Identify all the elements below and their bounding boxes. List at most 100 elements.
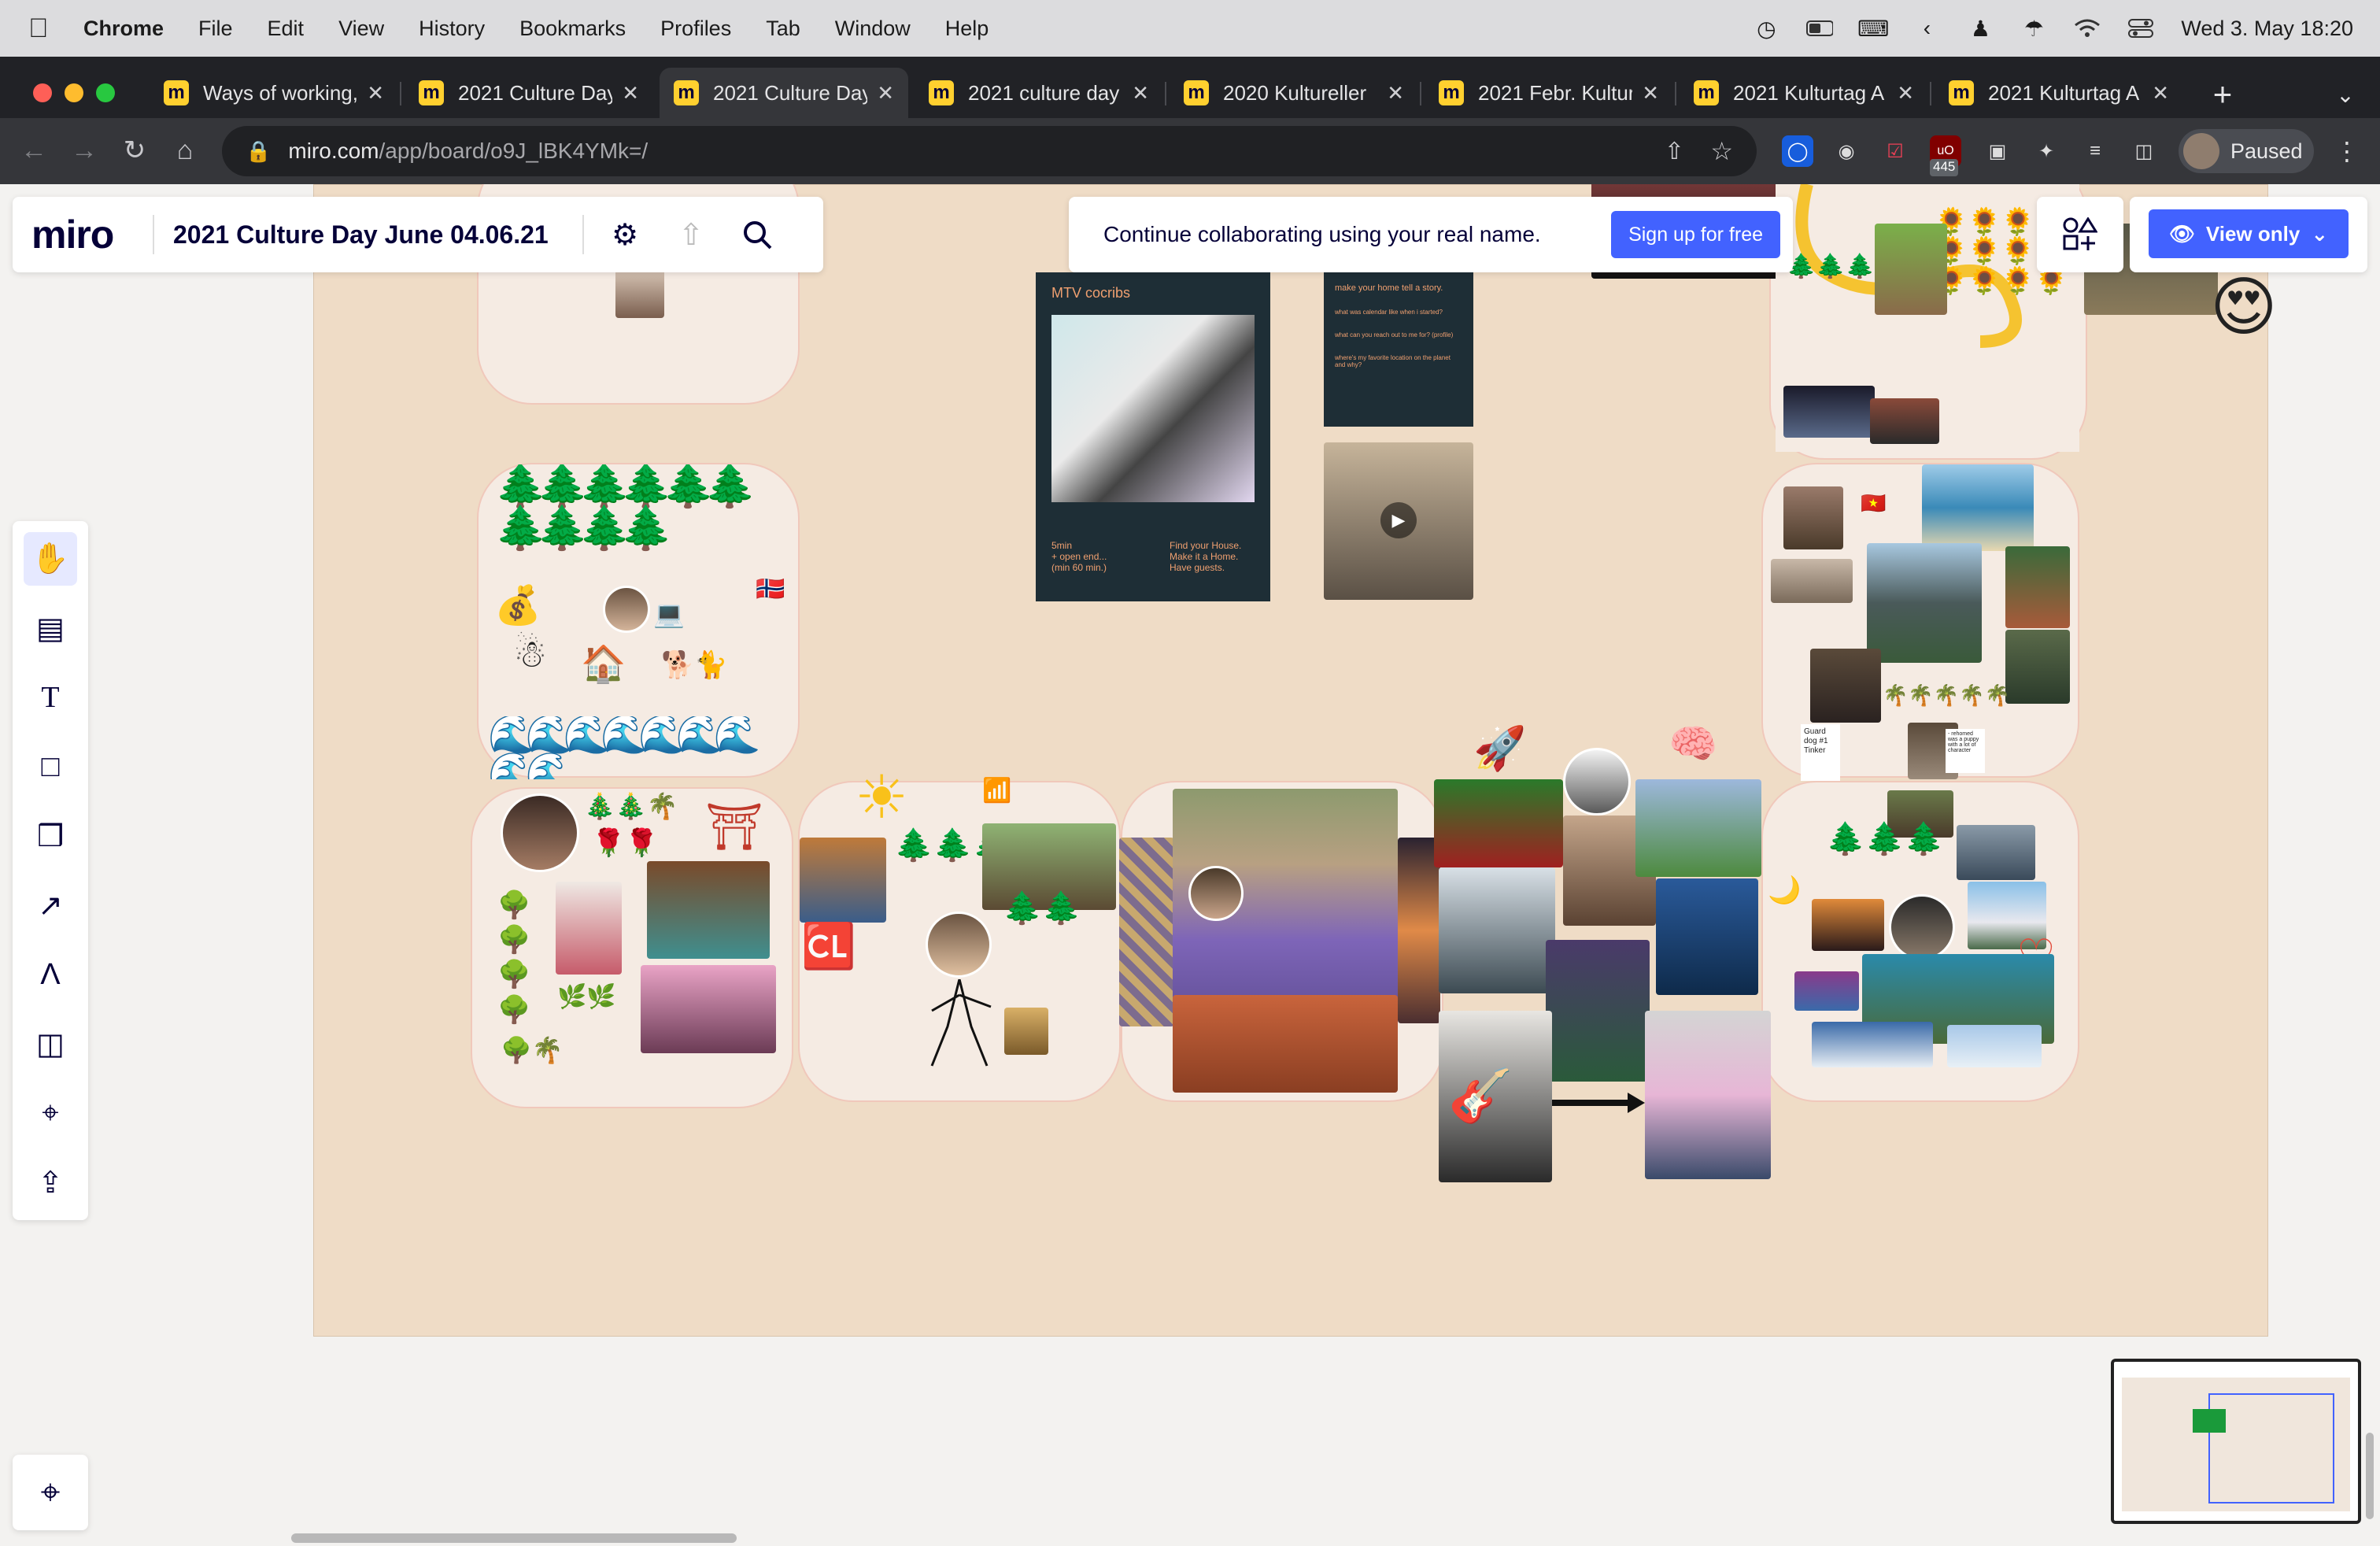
battery-icon[interactable] (1806, 17, 1834, 40)
back-arrow-icon[interactable]: ← (14, 131, 54, 170)
apple-icon[interactable]:  (28, 13, 60, 44)
menubar-datetime[interactable]: Wed 3. May 18:20 (2181, 17, 2353, 41)
sketch-figure[interactable] (916, 978, 1003, 1074)
share-icon[interactable]: ⇧ (1665, 138, 1684, 165)
cherry-blossom-photo[interactable] (641, 965, 776, 1053)
tab-close-icon[interactable]: ✕ (877, 81, 894, 105)
tennis-court-photo[interactable] (1173, 995, 1398, 1093)
window-zoom-button[interactable] (96, 83, 115, 102)
waves-emojis[interactable]: 🌊🌊🌊🌊🌊🌊🌊🌊🌊 (488, 716, 787, 779)
address-bar[interactable]: 🔒 miro.com/app/board/o9J_lBK4YMk=/ ⇧ ☆ (222, 126, 1757, 176)
terrace-photo[interactable] (2005, 546, 2070, 628)
menu-file[interactable]: File (198, 17, 233, 41)
browser-tab[interactable]: m 2021 Kulturtag A ✕ (1935, 68, 2183, 118)
dog-photo[interactable] (1810, 649, 1881, 723)
video-thumbnail[interactable]: ▶ (1324, 442, 1473, 600)
chrome-menu-icon[interactable]: ⋮ (2331, 135, 2363, 167)
menu-bookmarks[interactable]: Bookmarks (519, 17, 626, 41)
browser-tab[interactable]: m 2021 Febr. Kultur ✕ (1425, 68, 1673, 118)
avatar[interactable] (603, 586, 650, 633)
view-only-button[interactable]: 👁 View only ⌄ (2149, 209, 2349, 258)
tab-close-icon[interactable]: ✕ (1387, 81, 1404, 105)
board-title[interactable]: 2021 Culture Day June 04.06.21 (173, 220, 582, 250)
man-photo[interactable] (1875, 224, 1947, 315)
export-upload-icon[interactable]: ⇧ (669, 213, 713, 257)
sun-emoji[interactable]: ☀ (855, 768, 908, 828)
kitchen-photo[interactable] (1771, 559, 1853, 603)
browser-tab-active[interactable]: m 2021 Culture Day ✕ (660, 68, 908, 118)
sunset-swing-photo[interactable] (1812, 899, 1884, 951)
tab-close-icon[interactable]: ✕ (1897, 81, 1914, 105)
miro-canvas[interactable]: 🌲🌲🌲🌲🌲🌲🌲🌲🌲🌲 💰 💻 🇳🇴 ☃ 🏠 🐕🐈 🌊🌊🌊🌊🌊🌊🌊🌊🌊 MTV c… (0, 184, 2380, 1546)
apps-shapes-icon[interactable] (2037, 197, 2123, 272)
sailing-photo[interactable] (1947, 1025, 2042, 1067)
garden-photo[interactable] (1635, 779, 1761, 877)
puzzle-extensions-icon[interactable]: ✦ (2031, 135, 2062, 167)
hand-tool-icon[interactable]: ✋ (24, 532, 77, 586)
photo-thumbnail[interactable] (1870, 398, 1939, 444)
miro-logo[interactable]: miro (31, 212, 142, 257)
browser-tab[interactable]: m 2021 Kulturtag A ✕ (1680, 68, 1928, 118)
side-panel-icon[interactable]: ◫ (2128, 135, 2160, 167)
coins-emoji[interactable]: 💰 (494, 587, 541, 625)
house-photo[interactable] (1867, 543, 1982, 663)
tab-close-icon[interactable]: ✕ (367, 81, 384, 105)
moon-emoji[interactable]: 🌙 (1768, 877, 1801, 904)
menu-edit[interactable]: Edit (268, 17, 305, 41)
browser-tab[interactable]: m 2021 Culture Day ✕ (405, 68, 653, 118)
browser-tab[interactable]: m Ways of working, ✕ (150, 68, 398, 118)
colorful-building-photo[interactable] (1794, 971, 1859, 1011)
norway-flag-emoji[interactable]: 🇳🇴 (756, 578, 785, 601)
palms-emojis[interactable]: 🌴🌴🌴🌴🌴 (1883, 685, 2010, 705)
vertical-scrollbar[interactable] (2366, 1433, 2374, 1519)
tab-close-icon[interactable]: ✕ (622, 81, 639, 105)
trees-emojis[interactable]: 🌲🌲🌲 (1787, 255, 1875, 279)
menu-app-name[interactable]: Chrome (83, 17, 164, 41)
menu-window[interactable]: Window (835, 17, 911, 41)
home-icon[interactable]: ⌂ (165, 131, 205, 170)
avatar[interactable] (501, 793, 579, 872)
reading-list-icon[interactable]: ≡ (2079, 135, 2111, 167)
text-tool-icon[interactable]: T (24, 671, 77, 724)
avatar[interactable] (926, 912, 992, 978)
beach-photo[interactable] (1922, 464, 2034, 551)
play-icon[interactable]: ▶ (1380, 502, 1417, 538)
menu-help[interactable]: Help (945, 17, 989, 41)
reload-icon[interactable]: ↻ (115, 131, 154, 170)
roses-emojis[interactable]: 🌹🌹 (592, 830, 659, 856)
sign-up-button[interactable]: Sign up for free (1611, 211, 1780, 258)
frames-panel-icon[interactable]: ⌖ (13, 1455, 88, 1530)
bookmark-star-icon[interactable]: ☆ (1710, 136, 1733, 166)
hot-tub-photo[interactable] (800, 838, 886, 923)
people-icon[interactable]: ♟ (1967, 17, 1994, 41)
menu-profiles[interactable]: Profiles (660, 17, 731, 41)
vietnam-flag-emoji[interactable]: 🇻🇳 (1861, 493, 1886, 513)
puzzle-photo[interactable] (1119, 838, 1174, 1026)
extension-mask-icon[interactable]: ◉ (1831, 135, 1862, 167)
templates-tool-icon[interactable]: ◫ (24, 1017, 77, 1071)
shapes-tool-icon[interactable]: ❒ (24, 809, 77, 863)
laptop-emoji[interactable]: 💻 (653, 601, 685, 627)
frame-tool-icon[interactable]: ⌖ (24, 1086, 77, 1140)
brain-emoji[interactable]: 🧠 (1669, 724, 1717, 764)
forest-emojis[interactable]: 🌲🌲🌲🌲🌲🌲🌲🌲🌲🌲 (494, 464, 787, 559)
horizontal-scrollbar[interactable] (291, 1533, 737, 1543)
minimap-viewport[interactable] (2208, 1393, 2334, 1503)
mtv-cocribs-card[interactable]: MTV cocribs 5min + open end... (min 60 m… (1036, 272, 1270, 601)
ceramic-photo[interactable] (1783, 486, 1843, 549)
guard-dog-note[interactable]: Guard dog #1 Tinker (1801, 724, 1840, 781)
lock-icon[interactable]: 🔒 (246, 139, 271, 164)
puppy-note[interactable]: - rehomed was a puppy with a lot of char… (1946, 729, 1985, 773)
trees-emojis[interactable]: 🌲🌲 (1003, 893, 1081, 924)
trees-emojis[interactable]: 🎄🎄🌴 (584, 793, 678, 819)
torii-emoji[interactable]: ⛩ (705, 804, 763, 850)
lake-boats-photo[interactable] (1439, 867, 1555, 993)
wifi-symbol-emoji[interactable]: 📶 (982, 779, 1011, 803)
person-pink-sweater-photo[interactable] (1645, 1011, 1771, 1179)
tab-close-icon[interactable]: ✕ (1642, 81, 1659, 105)
portrait-photo[interactable] (615, 269, 664, 318)
sea-photo[interactable] (1656, 878, 1758, 995)
wifi-icon[interactable] (2074, 17, 2101, 40)
tab-close-icon[interactable]: ✕ (2152, 81, 2169, 105)
window-minimize-button[interactable] (65, 83, 83, 102)
